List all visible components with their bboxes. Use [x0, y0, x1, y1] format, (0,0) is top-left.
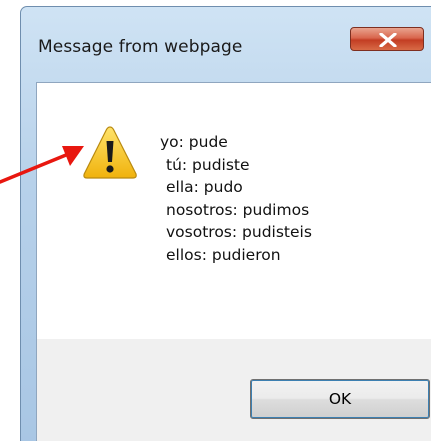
screenshot-stage: Message from webpage yo: pude tú: pudist… [0, 0, 431, 441]
red-arrow-annotation [0, 146, 84, 184]
